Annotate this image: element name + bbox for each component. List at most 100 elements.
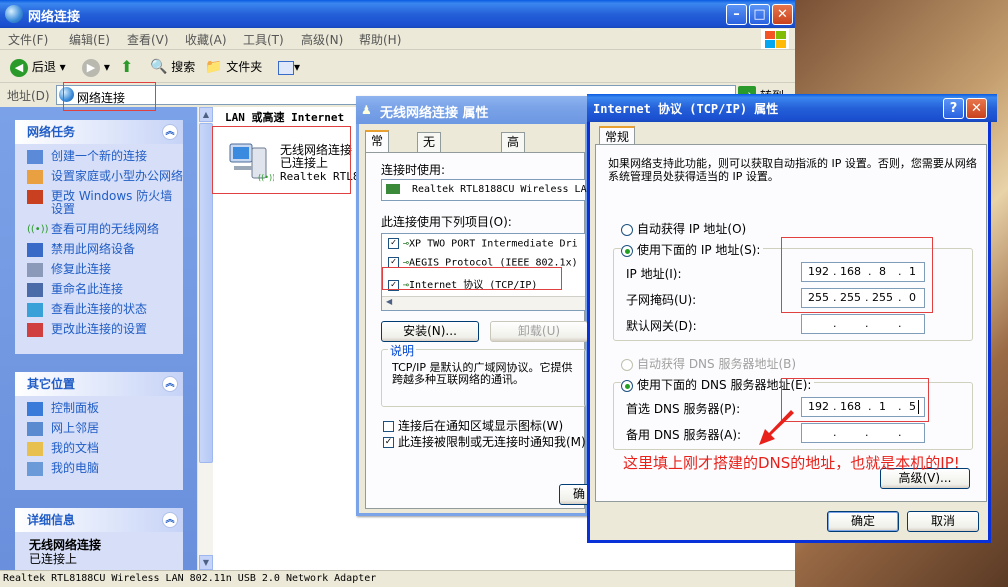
task-view-status[interactable]: 查看此连接的状态 — [15, 303, 183, 317]
gateway-label: 默认网关(D): — [626, 319, 697, 333]
task-disable-device[interactable]: 禁用此网络设备 — [15, 243, 183, 257]
folders-button[interactable]: 📁 文件夹 — [205, 57, 262, 77]
items-label: 此连接使用下列项目(O): — [381, 215, 512, 229]
list-item[interactable]: ✓ ⊸XP TWO PORT Intermediate Dri — [388, 238, 578, 250]
cancel-button[interactable]: 取消 — [907, 511, 979, 532]
uninstall-button[interactable]: 卸载(U) — [490, 321, 588, 342]
red-arrow-icon — [759, 410, 794, 445]
tcpip-properties-dialog: Internet 协议 (TCP/IP) 属性 ? ✕ 常规 如果网络支持此功能… — [587, 94, 997, 543]
task-repair[interactable]: 修复此连接 — [15, 263, 183, 277]
help-button[interactable]: ? — [943, 98, 964, 119]
menu-view[interactable]: 查看(V) — [127, 31, 169, 48]
menu-favorites[interactable]: 收藏(A) — [185, 31, 227, 48]
menu-edit[interactable]: 编辑(E) — [69, 31, 110, 48]
details-name: 无线网络连接 — [29, 538, 102, 552]
radio-disabled[interactable] — [621, 358, 633, 371]
details-header[interactable]: 详细信息 ︽ — [15, 508, 183, 532]
network-tasks-header[interactable]: 网络任务 ︽ — [15, 120, 183, 144]
preferred-dns-label: 首选 DNS 服务器(P): — [626, 402, 741, 416]
collapse-chevron-icon[interactable]: ︽ — [162, 124, 178, 140]
alternate-dns-input[interactable]: ... — [801, 423, 925, 443]
views-icon — [278, 60, 294, 75]
menu-tools[interactable]: 工具(T) — [243, 31, 284, 48]
gateway-input[interactable]: ... — [801, 314, 925, 334]
back-button[interactable]: ◀ 后退 ▾ — [10, 57, 66, 77]
description-group: 说明 TCP/IP 是默认的广域网协议。它提供跨越多种互联网络的通讯。 — [381, 342, 586, 407]
properties-titlebar[interactable]: ♟ 无线网络连接 属性 — [356, 96, 591, 124]
address-highlight-box — [63, 82, 156, 111]
place-my-documents[interactable]: 我的文档 — [15, 442, 183, 456]
adapter-name: Realtek RTL8188CU Wireless LAN — [412, 184, 593, 195]
status-icon — [27, 303, 43, 317]
scroll-down-icon[interactable]: ▼ — [199, 555, 213, 570]
mask-label: 子网掩码(U): — [626, 293, 697, 307]
settings-icon — [27, 323, 43, 337]
show-icon-option[interactable]: 连接后在通知区域显示图标(W) — [383, 417, 563, 434]
close-button[interactable]: ✕ — [966, 98, 987, 119]
firewall-icon — [27, 190, 43, 204]
auto-dns-option[interactable]: 自动获得 DNS 服务器地址(B) — [621, 355, 796, 372]
checkbox-checked[interactable]: ✓ — [388, 238, 399, 249]
scroll-up-icon[interactable]: ▲ — [199, 107, 213, 122]
tab-wireless-config[interactable]: 无线网络配置 — [417, 132, 442, 239]
task-pane-scrollbar[interactable]: ▲ ▼ — [197, 107, 213, 570]
connection-properties-dialog: ♟ 无线网络连接 属性 常规 无线网络配置 高级 连接时使用: Realtek … — [356, 96, 599, 516]
search-button[interactable]: 🔍 搜索 — [150, 57, 195, 77]
general-page: 连接时使用: Realtek RTL8188CU Wireless LAN 此连… — [365, 152, 593, 509]
use-ip-option[interactable]: 使用下面的 IP 地址(S): — [621, 241, 764, 258]
description-label: 说明 — [388, 342, 417, 359]
radio-off[interactable] — [621, 223, 633, 236]
repair-icon — [27, 263, 43, 277]
task-pane: 网络任务 ︽ 创建一个新的连接 设置家庭或小型办公网络 更改 Windows 防… — [0, 107, 197, 570]
tab-advanced[interactable]: 高级 — [501, 132, 526, 167]
ok-button[interactable]: 确定 — [827, 511, 899, 532]
forward-button[interactable]: ▶ ▾ — [82, 57, 110, 77]
ip-highlight-box — [781, 237, 933, 313]
task-firewall[interactable]: 更改 Windows 防火墙设置 — [15, 190, 183, 216]
control-panel-icon — [27, 402, 43, 416]
intro-text: 如果网络支持此功能，则可以获取自动指派的 IP 设置。否则，您需要从网络系统管理… — [608, 157, 977, 183]
disable-device-icon — [27, 243, 43, 257]
scroll-thumb[interactable] — [199, 123, 213, 463]
checkbox-unchecked[interactable] — [383, 421, 394, 432]
collapse-chevron-icon[interactable]: ︽ — [162, 376, 178, 392]
menu-advanced[interactable]: 高级(N) — [301, 31, 343, 48]
network-connections-icon — [5, 5, 23, 23]
auto-ip-option[interactable]: 自动获得 IP 地址(O) — [621, 220, 746, 237]
radio-on[interactable] — [621, 379, 633, 392]
properties-icon: ♟ — [361, 103, 372, 117]
tcpip-titlebar[interactable]: Internet 协议 (TCP/IP) 属性 ? ✕ — [587, 94, 997, 122]
task-setup-home-network[interactable]: 设置家庭或小型办公网络 — [15, 170, 183, 184]
close-button[interactable]: ✕ — [772, 4, 793, 25]
place-my-computer[interactable]: 我的电脑 — [15, 462, 183, 476]
horizontal-scrollbar[interactable]: ◀ — [382, 296, 585, 310]
tab-general[interactable]: 常规 — [365, 130, 390, 166]
notify-option[interactable]: ✓ 此连接被限制或无连接时通知我(M) — [383, 433, 586, 450]
minimize-button[interactable]: – — [726, 4, 747, 25]
place-control-panel[interactable]: 控制面板 — [15, 402, 183, 416]
explorer-titlebar[interactable]: 网络连接 – □ ✕ — [0, 0, 795, 28]
radio-on[interactable] — [621, 244, 633, 257]
wireless-icon: ((•)) — [27, 224, 49, 235]
group-header: LAN 或高速 Internet — [225, 111, 345, 124]
maximize-button[interactable]: □ — [749, 4, 770, 25]
views-button[interactable]: ▾ — [278, 57, 300, 77]
up-button[interactable]: ⬆ — [120, 57, 133, 77]
forward-arrow-icon: ▶ — [82, 58, 100, 77]
install-button[interactable]: 安装(N)... — [381, 321, 479, 342]
task-change-settings[interactable]: 更改此连接的设置 — [15, 323, 183, 337]
status-bar: Realtek RTL8188CU Wireless LAN 802.11n U… — [0, 570, 795, 587]
scroll-left-icon[interactable]: ◀ — [386, 297, 392, 306]
checkbox-checked[interactable]: ✓ — [383, 437, 394, 448]
place-network-neighborhood[interactable]: 网上邻居 — [15, 422, 183, 436]
other-places-header[interactable]: 其它位置 ︽ — [15, 372, 183, 396]
menu-help[interactable]: 帮助(H) — [359, 31, 401, 48]
collapse-chevron-icon[interactable]: ︽ — [162, 512, 178, 528]
menu-file[interactable]: 文件(F) — [8, 31, 48, 48]
task-rename[interactable]: 重命名此连接 — [15, 283, 183, 297]
details-status: 已连接上 — [29, 552, 78, 566]
task-create-connection[interactable]: 创建一个新的连接 — [15, 150, 183, 164]
search-icon: 🔍 — [150, 59, 168, 75]
task-view-wireless[interactable]: ((•)) 查看可用的无线网络 — [15, 223, 183, 236]
up-folder-icon: ⬆ — [120, 57, 134, 76]
